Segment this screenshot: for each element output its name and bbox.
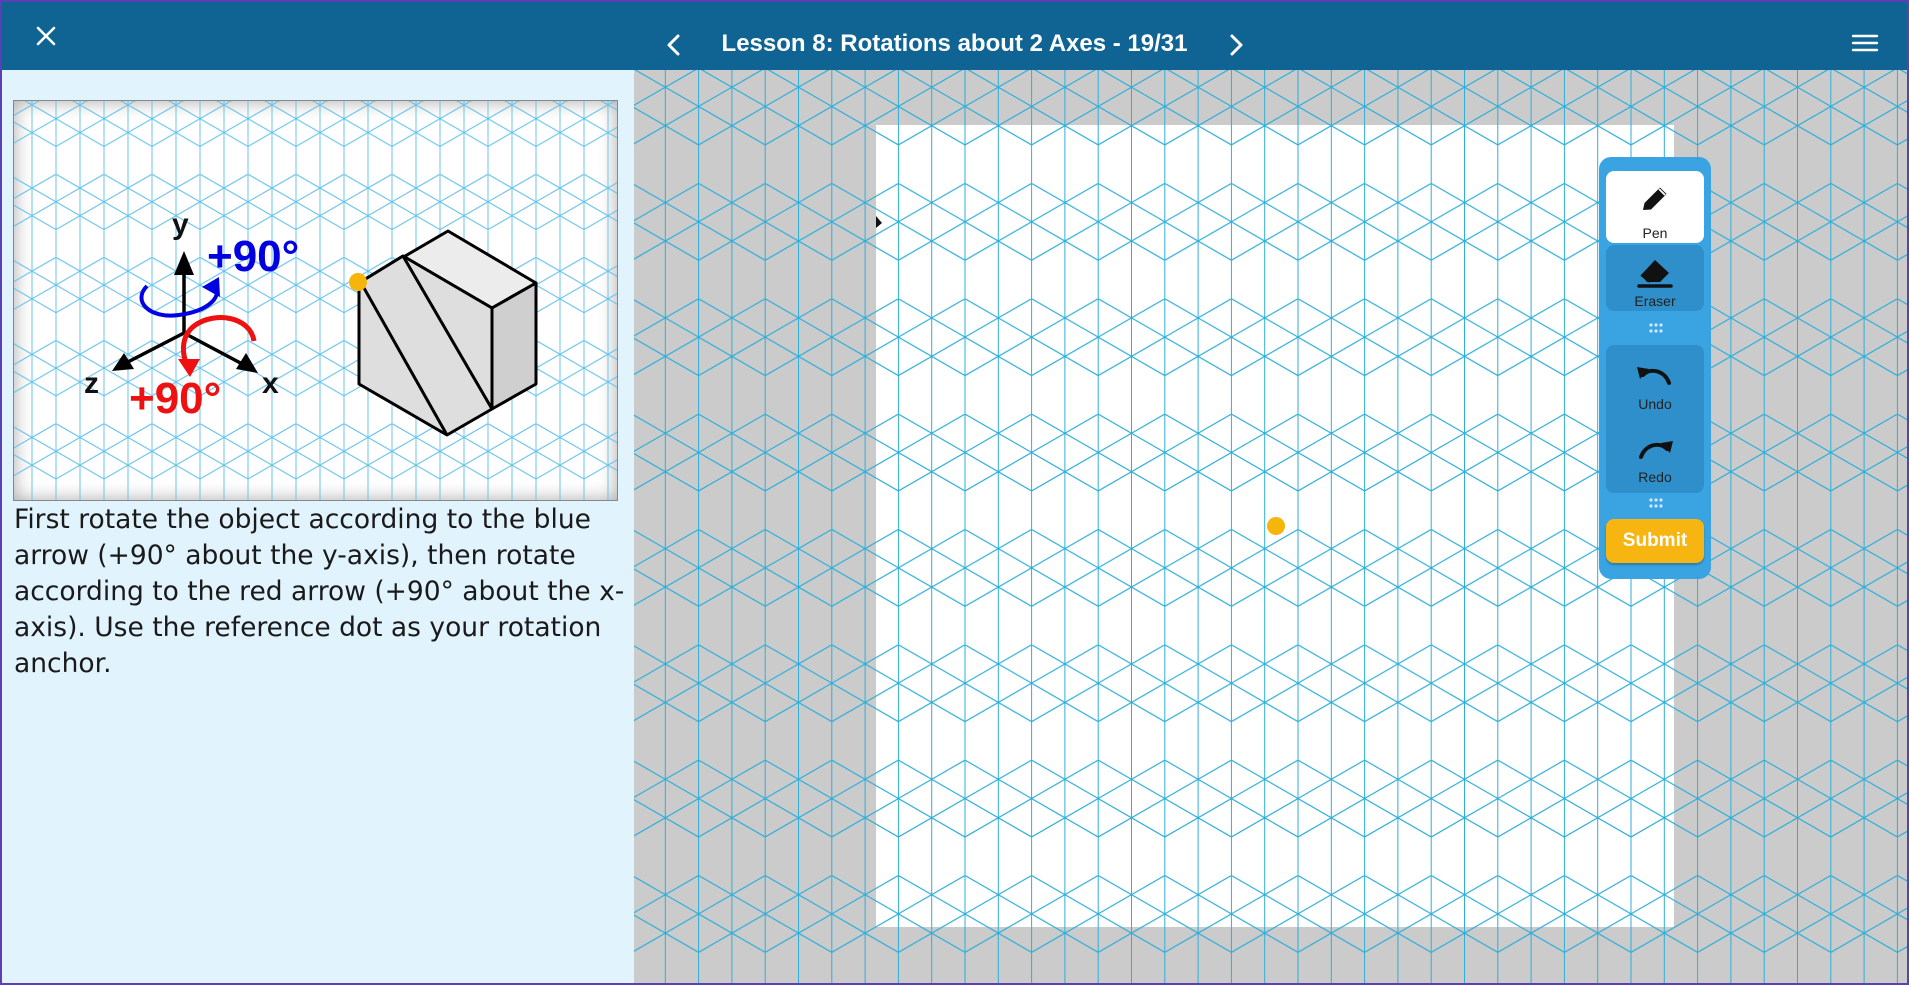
instruction-text: First rotate the object according to the…	[14, 504, 625, 679]
reference-figure: y z x +90° +90°	[14, 101, 617, 500]
z-axis-label: z	[84, 367, 99, 400]
submit-button[interactable]: Submit	[1606, 519, 1704, 563]
x-axis-label: x	[262, 367, 279, 400]
instruction-pane: y z x +90° +90° First rotate the object …	[2, 70, 634, 983]
drawing-toolbar: Pen Eraser Undo Redo Submit	[1599, 157, 1711, 579]
undo-icon	[1637, 367, 1671, 385]
redo-icon	[1639, 441, 1673, 459]
history-group: Undo Redo	[1606, 345, 1704, 493]
eraser-label: Eraser	[1634, 293, 1676, 309]
blue-rotation-label: +90°	[207, 232, 299, 281]
red-rotation-label: +90°	[129, 374, 221, 423]
grip-handle-icon[interactable]	[1649, 498, 1663, 508]
chevron-left-icon[interactable]	[662, 30, 686, 60]
eraser-icon	[1637, 260, 1673, 288]
anchor-dot	[1267, 517, 1285, 535]
pen-label: Pen	[1642, 225, 1668, 241]
chevron-right-icon[interactable]	[1224, 30, 1248, 60]
undo-label: Undo	[1638, 396, 1672, 412]
lesson-title: Lesson 8: Rotations about 2 Axes - 19/31	[721, 30, 1188, 57]
undo-button[interactable]: Undo	[1606, 345, 1704, 417]
close-icon[interactable]	[32, 22, 60, 50]
redo-button[interactable]: Redo	[1606, 419, 1704, 491]
reference-dot	[349, 273, 367, 291]
header-bar: Lesson 8: Rotations about 2 Axes - 19/31	[2, 2, 1907, 70]
grip-handle-icon[interactable]	[1649, 323, 1663, 333]
pencil-icon	[1643, 187, 1667, 210]
eraser-button[interactable]: Eraser	[1606, 245, 1704, 311]
app-frame: Lesson 8: Rotations about 2 Axes - 19/31	[2, 2, 1907, 983]
redo-label: Redo	[1638, 469, 1672, 485]
drawing-area[interactable]: Pen Eraser Undo Redo Submit	[634, 70, 1907, 983]
y-axis-label: y	[172, 208, 189, 241]
hamburger-menu-icon[interactable]	[1850, 30, 1880, 56]
pen-button[interactable]: Pen	[1606, 171, 1704, 243]
